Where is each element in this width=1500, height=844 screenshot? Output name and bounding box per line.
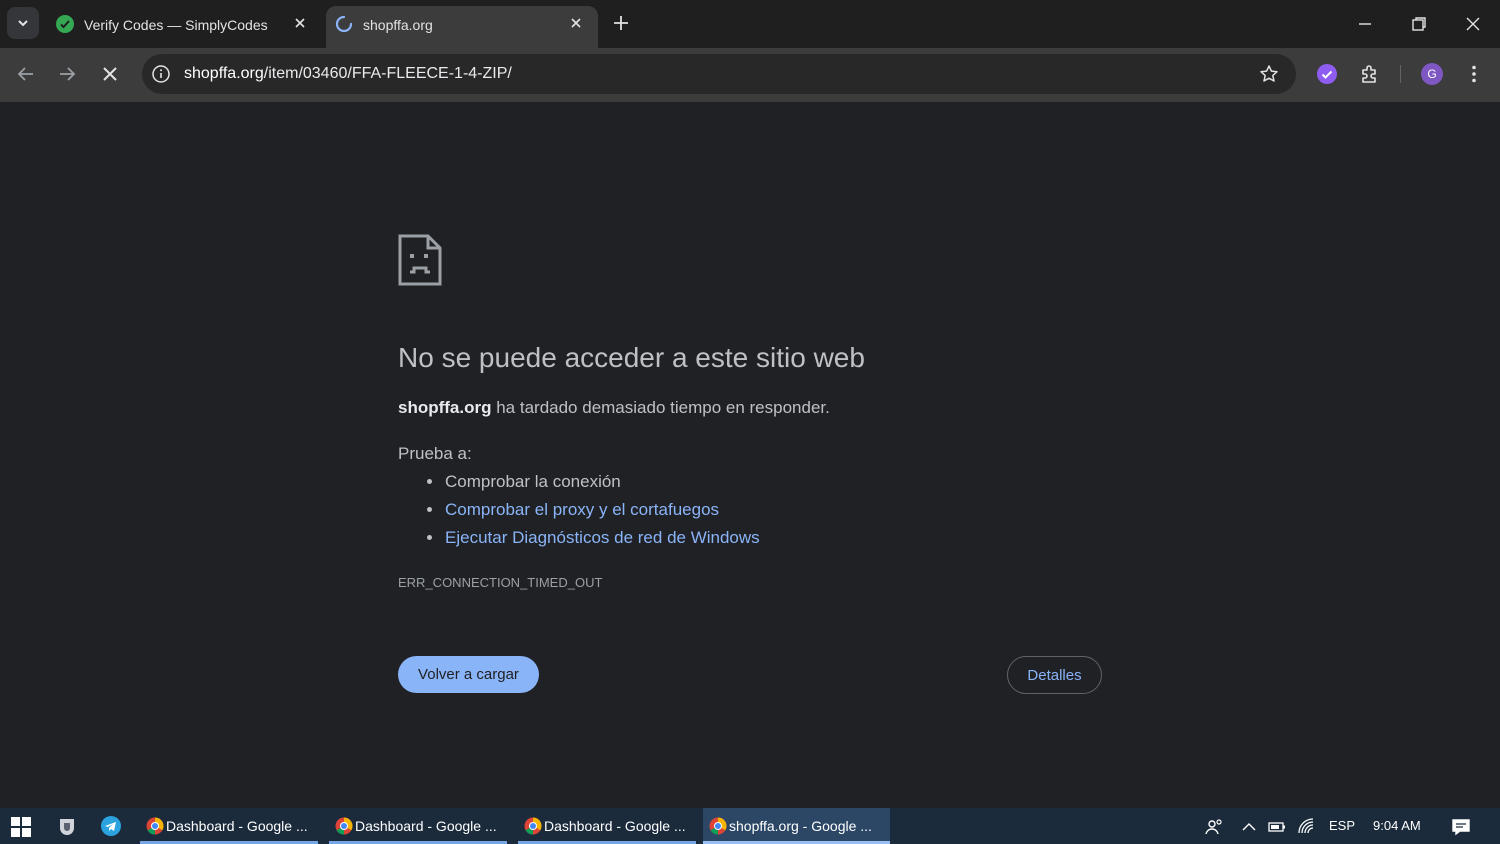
battery-icon[interactable] [1267,817,1287,837]
back-arrow-icon[interactable] [14,62,38,86]
suggestion-text[interactable]: Ejecutar Diagnósticos de red de Windows [445,528,760,547]
notifications-icon[interactable] [1451,817,1471,837]
loading-spinner-icon [335,15,353,33]
suggestion-text: Comprobar la conexión [445,472,621,491]
taskbar-chrome-window[interactable]: Dashboard - Google ... [518,808,696,844]
stop-loading-icon[interactable] [98,62,122,86]
taskbar-chrome-window[interactable]: Dashboard - Google ... [329,808,507,844]
sad-document-icon [398,234,442,286]
people-icon[interactable] [1204,817,1224,837]
taskbar-chrome-window-active[interactable]: shopffa.org - Google ... [703,808,890,844]
taskbar-window-title: shopffa.org - Google ... [729,818,872,834]
try-label: Prueba a: [398,444,472,463]
suggestion-text[interactable]: Comprobar el proxy y el cortafuegos [445,500,719,519]
extensions-puzzle-icon[interactable] [1358,62,1382,86]
tab-title: shopffa.org [363,17,433,33]
tab-simplycodes[interactable]: Verify Codes — SimplyCodes [46,6,322,48]
simplycodes-extension-icon[interactable] [1315,62,1339,86]
address-bar[interactable]: shopffa.org/item/03460/FFA-FLEECE-1-4-ZI… [142,54,1296,94]
profile-avatar[interactable]: G [1421,63,1443,85]
app-shield-icon[interactable] [56,815,78,837]
restore-icon[interactable] [1407,12,1431,36]
minimize-icon[interactable] [1353,12,1377,36]
system-clock[interactable]: 9:04 AM [1373,818,1421,833]
error-page: No se puede acceder a este sitio web sho… [0,102,1500,808]
error-heading: No se puede acceder a este sitio web [398,342,865,373]
bookmark-star-icon[interactable] [1258,63,1280,85]
tab-strip: Verify Codes — SimplyCodes shopffa.org [0,0,1500,48]
taskbar-window-title: Dashboard - Google ... [544,818,686,834]
tab-shopffa[interactable]: shopffa.org [326,6,598,48]
url-text[interactable]: shopffa.org/item/03460/FFA-FLEECE-1-4-ZI… [184,65,512,83]
suggestion-network-diagnostics-link[interactable]: Ejecutar Diagnósticos de red de Windows [427,528,760,548]
window-close-icon[interactable] [1461,12,1485,36]
chrome-icon [709,817,727,835]
windows-start-icon[interactable] [11,817,31,837]
error-description: shopffa.org ha tardado demasiado tiempo … [398,398,830,418]
windows-taskbar: Dashboard - Google ... Dashboard - Googl… [0,808,1500,844]
forward-arrow-icon[interactable] [55,62,79,86]
error-domain: shopffa.org [398,398,492,417]
toolbar-separator [1400,65,1401,83]
new-tab-plus-icon[interactable] [611,13,631,33]
wifi-icon[interactable] [1297,817,1317,837]
reload-button[interactable]: Volver a cargar [398,656,539,693]
site-info-icon[interactable] [150,63,172,85]
tab-title: Verify Codes — SimplyCodes [84,17,268,33]
suggestion-check-connection: Comprobar la conexión [427,472,621,492]
close-icon[interactable] [292,15,308,31]
browser-toolbar: shopffa.org/item/03460/FFA-FLEECE-1-4-ZI… [0,48,1500,102]
chrome-icon [146,817,164,835]
bullet [427,535,432,540]
error-code: ERR_CONNECTION_TIMED_OUT [398,575,603,590]
error-description-text: ha tardado demasiado tiempo en responder… [491,398,830,417]
taskbar-window-title: Dashboard - Google ... [166,818,308,834]
chevron-up-icon[interactable] [1239,817,1259,837]
chevron-down-icon [18,20,28,27]
kebab-menu-icon[interactable] [1462,62,1486,86]
bullet [427,479,432,484]
close-icon[interactable] [568,15,584,31]
bullet [427,507,432,512]
suggestion-check-proxy-link[interactable]: Comprobar el proxy y el cortafuegos [427,500,719,520]
tab-search-button[interactable] [7,7,39,39]
chrome-icon [524,817,542,835]
input-language[interactable]: ESP [1329,818,1355,833]
url-path: /item/03460/FFA-FLEECE-1-4-ZIP/ [263,65,512,82]
taskbar-window-title: Dashboard - Google ... [355,818,497,834]
telegram-icon[interactable] [100,815,122,837]
details-button[interactable]: Detalles [1007,656,1102,694]
taskbar-chrome-window[interactable]: Dashboard - Google ... [140,808,318,844]
url-domain: shopffa.org [184,65,264,82]
chrome-icon [335,817,353,835]
simplycodes-favicon-icon [56,15,74,33]
